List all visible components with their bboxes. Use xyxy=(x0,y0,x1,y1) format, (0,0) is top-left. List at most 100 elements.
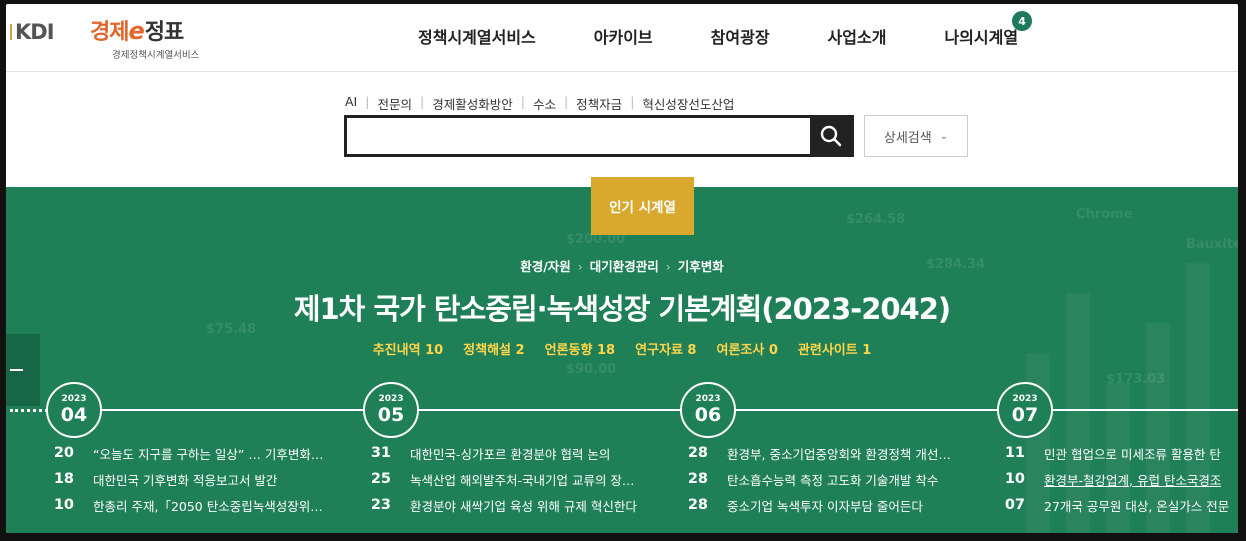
item-title: 녹색산업 해외발주처-국내기업 교류의 장… xyxy=(410,472,635,488)
detail-search-button[interactable]: 상세검색 ⌄ xyxy=(864,115,968,157)
nav-about[interactable]: 사업소개 xyxy=(828,24,887,48)
stat-related-sites[interactable]: 관련사이트 1 xyxy=(798,343,871,358)
timeline-dotted-line xyxy=(10,409,48,412)
item-day: 11 xyxy=(1004,445,1025,461)
timeline-line xyxy=(48,409,1238,411)
breadcrumb-item[interactable]: 환경/자원 xyxy=(520,259,571,274)
timeline-year: 2023 xyxy=(1012,394,1038,404)
quick-link-hydrogen[interactable]: 수소 xyxy=(533,94,556,113)
search-input[interactable] xyxy=(347,118,810,154)
timeline-item[interactable]: 28 탄소흡수능력 측정 고도화 기술개발 착수 xyxy=(676,466,976,492)
browser-page: KDI 경제e정표 경제정책시계열서비스 정책시계열서비스 아카이브 참여광장 … xyxy=(6,4,1238,533)
timeline-column: 31 대한민국-싱가포르 환경분야 협력 논의 25 녹색산업 해외발주처-국내기업… xyxy=(359,440,659,518)
quick-link-ai[interactable]: AI xyxy=(345,94,357,113)
timeline-year: 2023 xyxy=(61,394,87,404)
brand-subtitle: 경제정책시계열서비스 xyxy=(112,50,200,61)
timeline-month: 04 xyxy=(60,404,88,426)
timeline-item[interactable]: 23 환경분야 새싹기업 육성 위해 규제 혁신한다 xyxy=(359,492,659,518)
timeline-item[interactable]: 25 녹색산업 해외발주처-국내기업 교류의 장… xyxy=(359,466,659,492)
breadcrumb-item[interactable]: 기후변화 xyxy=(678,259,724,274)
timeline-month-marker[interactable]: 2023 04 xyxy=(46,382,102,438)
timeline-item[interactable]: 07 27개국 공무원 대상, 온실가스 전문 xyxy=(993,492,1238,518)
item-title: 대한민국 기후변화 적응보고서 발간 xyxy=(93,472,278,488)
chevron-right-icon: › xyxy=(665,259,671,274)
stat-research[interactable]: 연구자료 8 xyxy=(635,343,696,358)
timeline-month-marker[interactable]: 2023 07 xyxy=(997,382,1053,438)
item-title: 한총리 주재,「2050 탄소중립녹색성장위… xyxy=(93,498,323,514)
timeline-item[interactable]: 20 “오늘도 지구를 구하는 일상” … 기후변화… xyxy=(42,440,342,466)
nav-participation[interactable]: 참여광장 xyxy=(711,24,770,48)
item-day: 10 xyxy=(1004,471,1025,487)
item-day: 07 xyxy=(1004,497,1025,513)
timeline-month-marker[interactable]: 2023 05 xyxy=(363,382,419,438)
item-title: 환경부-철강업계, 유럽 탄소국경조 xyxy=(1044,472,1222,488)
page-title: 제1차 국가 탄소중립·녹색성장 기본계획(2023-2042) xyxy=(293,292,951,326)
chevron-right-icon: › xyxy=(577,259,583,274)
item-day: 31 xyxy=(370,445,391,461)
timeline-year: 2023 xyxy=(378,394,404,404)
chevron-down-icon: ⌄ xyxy=(939,130,949,142)
stat-progress[interactable]: 추진내역 10 xyxy=(373,343,443,358)
separator: | xyxy=(630,94,635,109)
timeline-item[interactable]: 31 대한민국-싱가포르 환경분야 협력 논의 xyxy=(359,440,659,466)
nav-policy-timeseries[interactable]: 정책시계열서비스 xyxy=(418,24,536,48)
item-title: 27개국 공무원 대상, 온실가스 전문 xyxy=(1044,498,1230,514)
timeline-item[interactable]: 18 대한민국 기후변화 적응보고서 발간 xyxy=(42,466,342,492)
timeline-item[interactable]: 11 민관 협업으로 미세조류 활용한 탄 xyxy=(993,440,1238,466)
item-title: 대한민국-싱가포르 환경분야 협력 논의 xyxy=(410,446,611,462)
quick-link-economy[interactable]: 경제활성화방안 xyxy=(432,94,513,113)
breadcrumb-item[interactable]: 대기환경관리 xyxy=(590,259,659,274)
site-header: KDI 경제e정표 경제정책시계열서비스 정책시계열서비스 아카이브 참여광장 … xyxy=(6,4,1238,72)
timeline-month-marker[interactable]: 2023 06 xyxy=(680,382,736,438)
popular-timeseries-badge[interactable]: 인기 시계열 xyxy=(591,177,694,235)
item-title: 환경분야 새싹기업 육성 위해 규제 혁신한다 xyxy=(410,498,637,514)
separator: | xyxy=(419,94,425,109)
item-day: 28 xyxy=(687,471,708,487)
item-title: 탄소흡수능력 측정 고도화 기술개발 착수 xyxy=(727,472,939,488)
stat-commentary[interactable]: 정책해설 2 xyxy=(463,343,524,358)
item-day: 10 xyxy=(53,497,74,513)
background-decoration: Chrome xyxy=(1076,207,1133,222)
item-day: 25 xyxy=(370,471,391,487)
item-day: 23 xyxy=(370,497,391,513)
quick-link-innovation[interactable]: 혁신성장선도산업 xyxy=(642,94,734,113)
timeline-item[interactable]: 10 환경부-철강업계, 유럽 탄소국경조 xyxy=(993,466,1238,492)
timeline-year: 2023 xyxy=(695,394,721,404)
item-title: 환경부, 중소기업중앙회와 환경정책 개선… xyxy=(727,446,951,462)
item-title: “오늘도 지구를 구하는 일상” … 기후변화… xyxy=(93,446,324,462)
separator: | xyxy=(520,94,525,109)
quick-link-policy-fund[interactable]: 정책자금 xyxy=(576,94,622,113)
search-button[interactable] xyxy=(810,118,851,154)
background-decoration: Bauxite xyxy=(1186,237,1238,252)
timeline-column: 28 환경부, 중소기업중앙회와 환경정책 개선… 28 탄소흡수능력 측정 고도화… xyxy=(676,440,976,518)
main-nav: 정책시계열서비스 아카이브 참여광장 사업소개 나의시계열 4 xyxy=(418,11,1033,48)
brand-logo[interactable]: 경제e정표 xyxy=(90,14,184,46)
item-day: 18 xyxy=(53,471,74,487)
timeline-month: 07 xyxy=(1011,404,1039,426)
timeline-item[interactable]: 28 중소기업 녹색투자 이자부담 줄어든다 xyxy=(676,492,976,518)
stats-bar: 추진내역 10 정책해설 2 언론동향 18 연구자료 8 여론조사 0 관련사이트 1 xyxy=(6,339,1238,358)
background-decoration: $90.00 xyxy=(566,362,617,377)
item-title: 민관 협업으로 미세조류 활용한 탄 xyxy=(1044,446,1221,462)
stat-survey[interactable]: 여론조사 0 xyxy=(716,343,777,358)
background-decoration: $264.58 xyxy=(846,212,906,227)
quick-link-specialist[interactable]: 전문의 xyxy=(377,94,412,113)
timeline-item[interactable]: 10 한총리 주재,「2050 탄소중립녹색성장위… xyxy=(42,492,342,518)
detail-search-label: 상세검색 xyxy=(883,130,932,146)
item-day: 28 xyxy=(687,445,708,461)
kdi-logo[interactable]: KDI xyxy=(10,20,55,44)
nav-archive[interactable]: 아카이브 xyxy=(594,24,653,48)
item-title: 중소기업 녹색투자 이자부담 줄어든다 xyxy=(727,498,923,514)
stat-press[interactable]: 언론동향 18 xyxy=(545,343,615,358)
search-icon xyxy=(820,125,841,147)
timeline-item[interactable]: 28 환경부, 중소기업중앙회와 환경정책 개선… xyxy=(676,440,976,466)
minus-icon xyxy=(10,369,23,371)
item-day: 28 xyxy=(687,497,708,513)
timeline-column: 11 민관 협업으로 미세조류 활용한 탄 10 환경부-철강업계, 유럽 탄소국경… xyxy=(993,440,1238,518)
separator: | xyxy=(365,94,370,109)
timeline-column: 20 “오늘도 지구를 구하는 일상” … 기후변화… 18 대한민국 기후변화 적… xyxy=(42,440,342,518)
nav-my-timeseries[interactable]: 나의시계열 4 xyxy=(944,11,1033,48)
side-panel-toggle[interactable] xyxy=(6,334,40,406)
quick-search-links: AI | 전문의 | 경제활성화방안 | 수소 | 정책자금 | 혁신성장선도산업 xyxy=(345,94,734,113)
nav-my-timeseries-label: 나의시계열 xyxy=(944,28,1019,47)
